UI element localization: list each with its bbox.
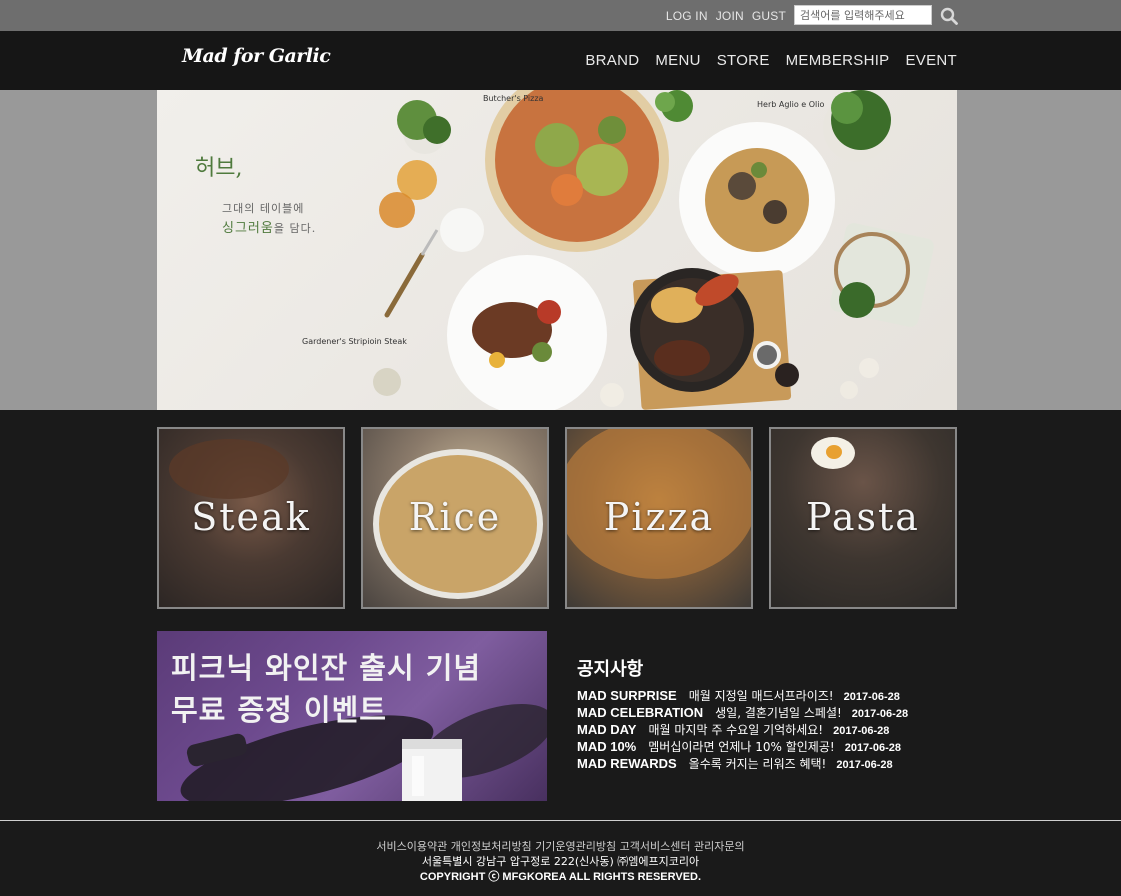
- notice-board: 공지사항 MAD SURPRISE 매월 지정일 매드서프라이즈! 2017-0…: [577, 655, 957, 772]
- menu-category-tiles: Steak Rice Pizza Pasta: [157, 427, 959, 609]
- tile-pizza[interactable]: Pizza: [565, 427, 753, 609]
- tile-label: Pizza: [603, 495, 715, 539]
- notice-title: 공지사항: [577, 659, 644, 680]
- notice-desc: 올수록 커지는 리워즈 혜택!: [688, 757, 827, 771]
- footer-link-device-policy[interactable]: 기기운영관리방침: [535, 840, 616, 853]
- notice-desc: 매월 마지막 주 수요일 기억하세요!: [648, 723, 824, 737]
- search-input[interactable]: [794, 5, 932, 25]
- nav-store[interactable]: STORE: [717, 52, 770, 69]
- hero-caption-pizza: Butcher's Pizza: [483, 94, 544, 103]
- hero-title: 허브,: [195, 156, 243, 181]
- footer-link-customer-center[interactable]: 고객서비스센터: [620, 840, 691, 853]
- promo-title-line1: 피크닉 와인잔 출시 기념: [171, 651, 482, 685]
- hero-food-image: [373, 90, 934, 410]
- notice-desc: 매월 지정일 매드서프라이즈!: [688, 689, 834, 703]
- nav-menu[interactable]: MENU: [655, 52, 700, 69]
- footer-link-privacy[interactable]: 개인정보처리방침: [451, 840, 532, 853]
- notice-date: 2017-06-28: [836, 759, 893, 771]
- footer-link-terms[interactable]: 서비스이용약관: [376, 840, 447, 853]
- guest-link[interactable]: GUST: [752, 9, 786, 23]
- tile-label: Steak: [191, 495, 311, 539]
- nav-brand[interactable]: BRAND: [585, 52, 639, 69]
- tile-pasta-yolk: [826, 445, 842, 459]
- site-header: Mad for Garlic BRAND MENU STORE MEMBERSH…: [0, 31, 1121, 90]
- notice-date: 2017-06-28: [844, 742, 901, 754]
- hero-line2-rest: 을 담다.: [273, 222, 317, 235]
- nav-membership[interactable]: MEMBERSHIP: [786, 52, 890, 69]
- notice-key: MAD CELEBRATION: [577, 705, 704, 720]
- promo-title-line2: 무료 증정 이벤트: [171, 693, 387, 727]
- notice-key: MAD REWARDS: [577, 756, 677, 771]
- join-link[interactable]: JOIN: [716, 9, 744, 23]
- notice-date: 2017-06-28: [851, 708, 909, 720]
- hero-caption-steak: Gardener's Stripioin Steak: [302, 337, 407, 346]
- notice-item[interactable]: MAD DAY 매월 마지막 주 수요일 기억하세요! 2017-06-28: [577, 721, 957, 738]
- utility-bar: LOG IN JOIN GUST: [0, 0, 1121, 31]
- notice-key: MAD 10%: [577, 739, 637, 754]
- notice-item[interactable]: MAD REWARDS 올수록 커지는 리워즈 혜택! 2017-06-28: [577, 755, 957, 772]
- notice-date: 2017-06-28: [833, 725, 890, 737]
- hero-caption-aglio: Herb Aglio e Olio: [757, 100, 825, 109]
- notice-date: 2017-06-28: [843, 691, 900, 703]
- footer-copyright: COPYRIGHT ⓒ MFGKOREA ALL RIGHTS RESERVED…: [419, 871, 702, 883]
- hero-banner[interactable]: 허브, 그대의 테이블에 싱그러움을 담다. Butcher's Pizza H…: [157, 90, 957, 410]
- notice-item[interactable]: MAD SURPRISE 매월 지정일 매드서프라이즈! 2017-06-28: [577, 687, 957, 704]
- footer-address: 서울특별시 강남구 압구정로 222(신사동) ㈜엠에프지코리아: [421, 855, 700, 868]
- tile-steak[interactable]: Steak: [157, 427, 345, 609]
- login-link[interactable]: LOG IN: [666, 9, 708, 23]
- notice-desc: 생일, 결혼기념일 스페셜!: [715, 706, 842, 720]
- notice-item[interactable]: MAD 10% 멤버십이라면 언제나 10% 할인제공! 2017-06-28: [577, 738, 957, 755]
- search-icon[interactable]: [940, 7, 958, 25]
- hero-subtitle-line1: 그대의 테이블에: [222, 202, 305, 215]
- hero-section: 허브, 그대의 테이블에 싱그러움을 담다. Butcher's Pizza H…: [0, 90, 1121, 410]
- event-promo-banner[interactable]: 피크닉 와인잔 출시 기념 무료 증정 이벤트: [157, 631, 547, 801]
- logo[interactable]: Mad for Garlic: [182, 45, 331, 67]
- footer-link-admin-contact[interactable]: 관리자문의: [694, 840, 745, 853]
- main-nav: BRAND MENU STORE MEMBERSHIP EVENT: [585, 31, 957, 90]
- notice-key: MAD SURPRISE: [577, 688, 677, 703]
- tile-rice[interactable]: Rice: [361, 427, 549, 609]
- notice-key: MAD DAY: [577, 722, 637, 737]
- tile-steak-food: [169, 439, 289, 499]
- hero-subtitle-line2: 싱그러움을 담다.: [222, 217, 316, 236]
- site-footer: 서비스이용약관 개인정보처리방침 기기운영관리방침 고객서비스센터 관리자문의 …: [0, 838, 1121, 883]
- tile-label: Pasta: [806, 495, 920, 539]
- tile-label: Rice: [408, 495, 502, 539]
- nav-event[interactable]: EVENT: [905, 52, 957, 69]
- notice-item[interactable]: MAD CELEBRATION 생일, 결혼기념일 스페셜! 2017-06-2…: [577, 704, 957, 721]
- utility-links: LOG IN JOIN GUST: [666, 0, 786, 31]
- tile-pasta[interactable]: Pasta: [769, 427, 957, 609]
- footer-divider: [0, 820, 1121, 821]
- footer-links: 서비스이용약관 개인정보처리방침 기기운영관리방침 고객서비스센터 관리자문의: [0, 838, 1121, 853]
- hero-emphasis: 싱그러움: [222, 221, 274, 236]
- notice-desc: 멤버십이라면 언제나 10% 할인제공!: [648, 740, 835, 754]
